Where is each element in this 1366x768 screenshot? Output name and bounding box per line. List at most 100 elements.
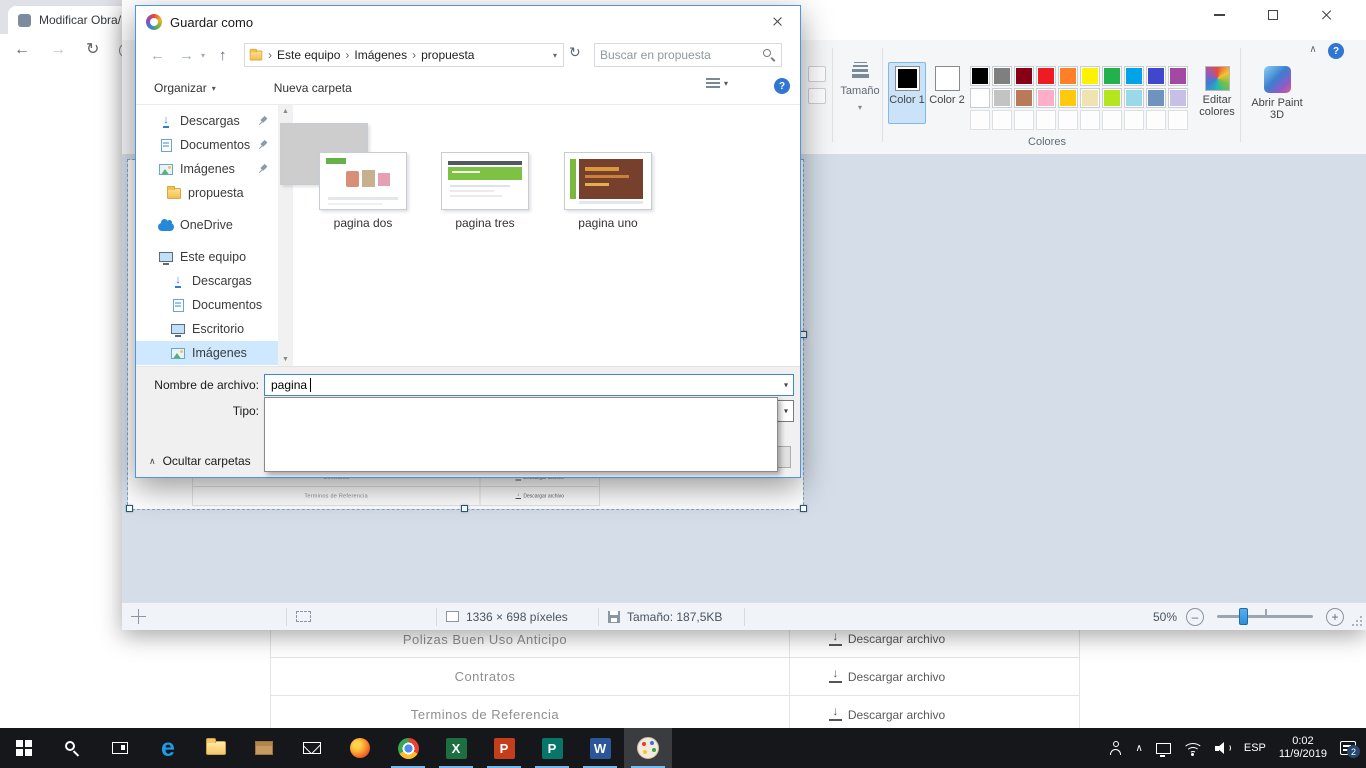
tray-notification-button[interactable]: 2	[1340, 741, 1356, 755]
palette-color[interactable]	[1146, 88, 1166, 108]
sidebar-item-imagenes-quick[interactable]: Imágenes	[136, 157, 278, 181]
address-bar[interactable]: › Este equipo › Imágenes › propuesta ▾	[244, 43, 564, 67]
file-pagina-uno[interactable]: pagina uno	[553, 148, 663, 230]
taskbar-paint-button[interactable]	[624, 728, 672, 768]
dialog-close-button[interactable]	[755, 6, 800, 36]
taskbar-publisher-button[interactable]: P	[528, 728, 576, 768]
taskbar-chrome-button[interactable]	[384, 728, 432, 768]
sidebar-item-este-equipo[interactable]: Este equipo	[136, 245, 278, 269]
taskbar-explorer-button[interactable]	[192, 728, 240, 768]
palette-empty-slot[interactable]	[1168, 110, 1188, 130]
selection-handle-right-middle[interactable]	[800, 331, 807, 338]
palette-color[interactable]	[1036, 66, 1056, 86]
hide-folders-button[interactable]: ∧ Ocultar carpetas	[149, 450, 251, 472]
filename-input[interactable]: pagina ▾	[264, 374, 794, 396]
color1-button[interactable]: Color 1	[888, 62, 926, 124]
selection-handle-bottom-left[interactable]	[126, 505, 133, 512]
browser-forward-button[interactable]: →	[50, 42, 66, 58]
taskbar-firefox-button[interactable]	[336, 728, 384, 768]
breadcrumb-este-equipo[interactable]: Este equipo	[277, 48, 340, 62]
palette-color[interactable]	[1058, 88, 1078, 108]
palette-empty-slot[interactable]	[1036, 110, 1056, 130]
palette-color[interactable]	[1146, 66, 1166, 86]
ribbon-help-button[interactable]: ?	[1328, 43, 1344, 59]
color2-button[interactable]: Color 2	[928, 62, 966, 124]
palette-color[interactable]	[970, 88, 990, 108]
palette-color[interactable]	[970, 66, 990, 86]
filename-suggestions-panel[interactable]	[264, 397, 778, 472]
palette-empty-slot[interactable]	[1146, 110, 1166, 130]
tray-people-button[interactable]	[1109, 741, 1123, 755]
download-link[interactable]: ↓ Descargar archivo	[790, 658, 1079, 695]
zoom-out-button[interactable]: –	[1186, 608, 1204, 626]
refresh-button[interactable]: ↻	[569, 45, 581, 59]
palette-empty-slot[interactable]	[1102, 110, 1122, 130]
breadcrumb-imagenes[interactable]: Imágenes	[354, 48, 407, 62]
filetype-dropdown-button[interactable]: ▾	[784, 407, 788, 416]
address-dropdown-button[interactable]: ▾	[553, 51, 559, 60]
back-button[interactable]: ←	[150, 48, 165, 63]
scroll-down-icon[interactable]: ▼	[278, 356, 293, 363]
tray-clock[interactable]: 0:02 11/9/2019	[1279, 735, 1327, 761]
maximize-button[interactable]	[1246, 0, 1300, 30]
file-pagina-tres[interactable]: pagina tres	[430, 148, 540, 230]
palette-color[interactable]	[992, 88, 1012, 108]
selection-handle-bottom-right[interactable]	[800, 505, 807, 512]
sidebar-item-descargas[interactable]: ↓ Descargas	[136, 269, 278, 293]
clipped-ribbon-button[interactable]	[808, 66, 826, 82]
palette-color[interactable]	[1102, 66, 1122, 86]
selection-handle-bottom-center[interactable]	[461, 505, 468, 512]
sidebar-item-imagenes[interactable]: Imágenes	[136, 341, 278, 365]
tray-language-button[interactable]: ESP	[1244, 742, 1266, 754]
taskbar-taskview-button[interactable]	[96, 728, 144, 768]
sidebar-scrollbar[interactable]: ▲ ▼	[278, 105, 293, 366]
palette-empty-slot[interactable]	[1080, 110, 1100, 130]
new-folder-button[interactable]: Nueva carpeta	[274, 81, 352, 95]
tray-pc-icon[interactable]	[1156, 743, 1171, 754]
palette-color[interactable]	[1014, 88, 1034, 108]
clipped-ribbon-button[interactable]	[808, 88, 826, 104]
collapse-ribbon-button[interactable]: ∧	[1302, 44, 1324, 55]
taskbar-box-app-button[interactable]	[240, 728, 288, 768]
sidebar-item-onedrive[interactable]: OneDrive	[136, 213, 278, 237]
help-button[interactable]: ?	[774, 78, 790, 94]
minimize-button[interactable]	[1192, 0, 1246, 30]
up-button[interactable]: ↑	[219, 48, 227, 63]
tray-wifi-icon[interactable]	[1184, 742, 1202, 755]
palette-color[interactable]	[1124, 88, 1144, 108]
filename-dropdown-button[interactable]: ▾	[784, 381, 788, 390]
browser-back-button[interactable]: ←	[14, 42, 30, 58]
recent-locations-button[interactable]: ▾	[201, 51, 205, 60]
sidebar-item-descargas-quick[interactable]: ↓ Descargas	[136, 109, 278, 133]
breadcrumb-propuesta[interactable]: propuesta	[421, 48, 474, 62]
forward-button[interactable]: →	[179, 48, 194, 63]
palette-color[interactable]	[1168, 88, 1188, 108]
search-input[interactable]	[600, 48, 762, 62]
palette-color[interactable]	[1014, 66, 1034, 86]
taskbar-excel-button[interactable]: X	[432, 728, 480, 768]
browser-reload-button[interactable]: ↻	[86, 42, 99, 58]
sidebar-item-documentos[interactable]: Documentos	[136, 293, 278, 317]
file-pagina-dos[interactable]: pagina dos	[308, 148, 418, 230]
zoom-slider-thumb[interactable]	[1239, 608, 1248, 625]
sidebar-item-documentos-quick[interactable]: Documentos	[136, 133, 278, 157]
size-button[interactable]: Tamaño ▾	[836, 50, 884, 142]
palette-color[interactable]	[1168, 66, 1188, 86]
palette-color[interactable]	[1080, 66, 1100, 86]
change-view-button[interactable]: ▾	[706, 78, 728, 88]
palette-empty-slot[interactable]	[992, 110, 1012, 130]
resize-grip[interactable]	[1350, 614, 1362, 626]
taskbar-word-button[interactable]: W	[576, 728, 624, 768]
scroll-up-icon[interactable]: ▲	[278, 108, 293, 115]
palette-color[interactable]	[1102, 88, 1122, 108]
palette-empty-slot[interactable]	[1014, 110, 1034, 130]
sidebar-item-escritorio[interactable]: Escritorio	[136, 317, 278, 341]
taskbar-search-button[interactable]	[48, 728, 96, 768]
palette-color[interactable]	[992, 66, 1012, 86]
tray-volume-icon[interactable]	[1215, 742, 1231, 754]
taskbar-start-button[interactable]	[0, 728, 48, 768]
taskbar-mail-button[interactable]	[288, 728, 336, 768]
zoom-in-button[interactable]: +	[1326, 608, 1344, 626]
zoom-slider[interactable]	[1217, 615, 1313, 618]
taskbar-powerpoint-button[interactable]: P	[480, 728, 528, 768]
